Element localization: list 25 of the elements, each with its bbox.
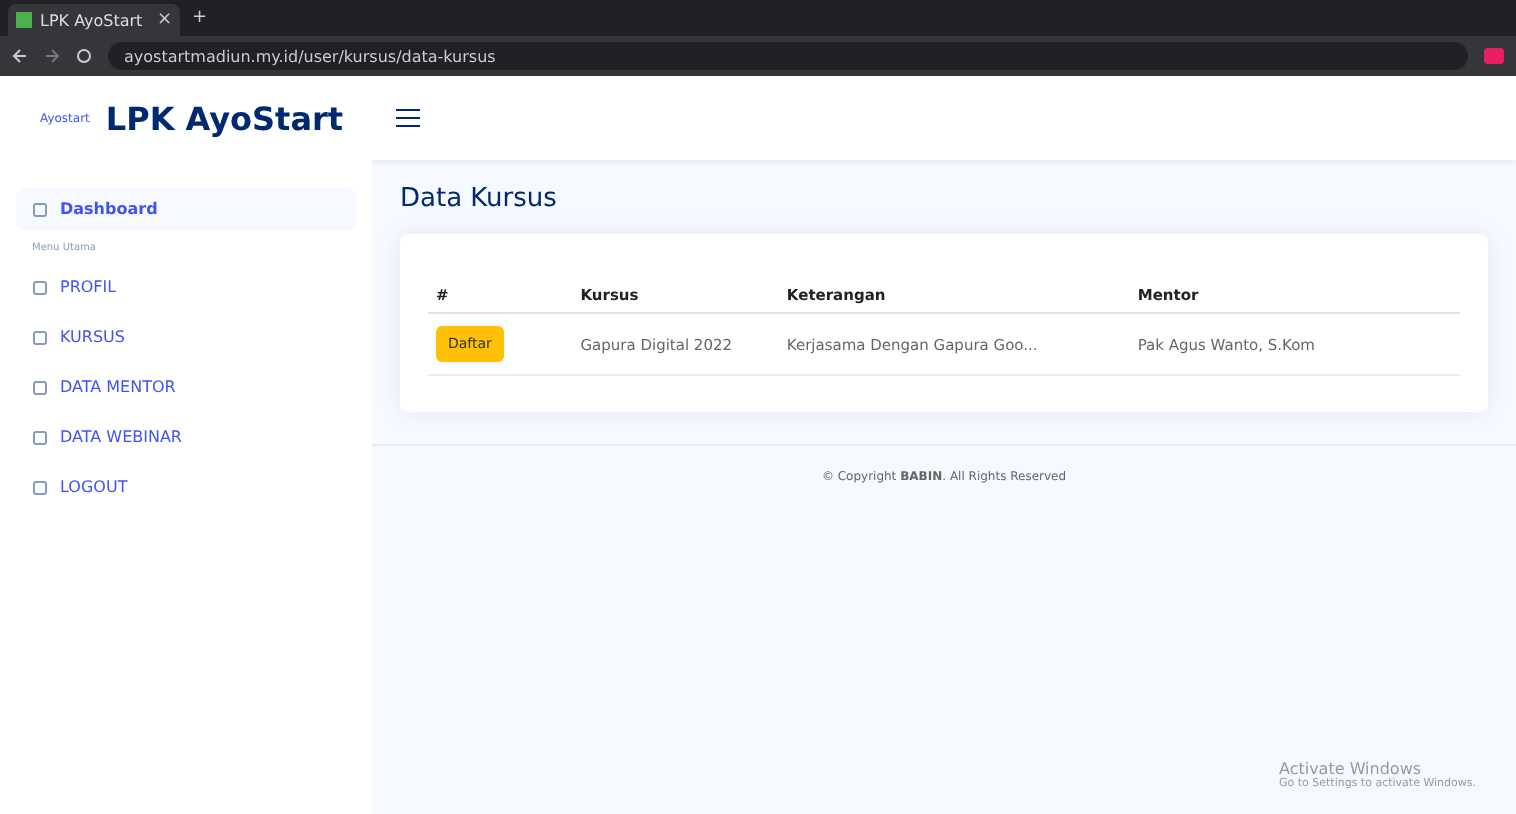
forward-icon[interactable] bbox=[44, 48, 60, 64]
sidebar-item[interactable]: LOGOUT bbox=[16, 466, 356, 508]
sidebar-icon bbox=[32, 479, 48, 495]
menu-icon[interactable] bbox=[395, 108, 420, 128]
tab-title: LPK AyoStart bbox=[40, 11, 145, 29]
address-bar[interactable]: ayostartmadiun.my.id/user/kursus/data-kursus bbox=[108, 42, 1468, 70]
logo-text[interactable]: LPK AyoStart bbox=[105, 99, 344, 137]
sidebar-icon bbox=[32, 379, 48, 395]
browser-tab[interactable]: LPK AyoStart × bbox=[8, 4, 180, 36]
sidebar-icon bbox=[32, 329, 48, 345]
new-tab-button[interactable]: + bbox=[192, 8, 208, 28]
sidebar-icon bbox=[32, 279, 48, 295]
activation-title: Activate Windows bbox=[1278, 760, 1424, 778]
sidebar-item[interactable]: PROFIL bbox=[16, 266, 356, 308]
sidebar-item[interactable]: DATA MENTOR bbox=[16, 366, 356, 408]
sidebar-item[interactable]: KURSUS bbox=[16, 316, 356, 358]
reload-icon[interactable] bbox=[76, 48, 92, 64]
sidebar-item[interactable]: Dashboard bbox=[16, 188, 356, 230]
page-title: Data Kursus bbox=[400, 184, 559, 214]
sidebar-icon bbox=[32, 429, 48, 445]
back-icon[interactable] bbox=[12, 48, 28, 64]
sidebar-icon bbox=[32, 201, 48, 217]
tab-close-button[interactable]: × bbox=[156, 10, 172, 30]
favicon-icon bbox=[16, 12, 32, 28]
sidebar-item[interactable]: DATA WEBINAR bbox=[16, 416, 356, 458]
